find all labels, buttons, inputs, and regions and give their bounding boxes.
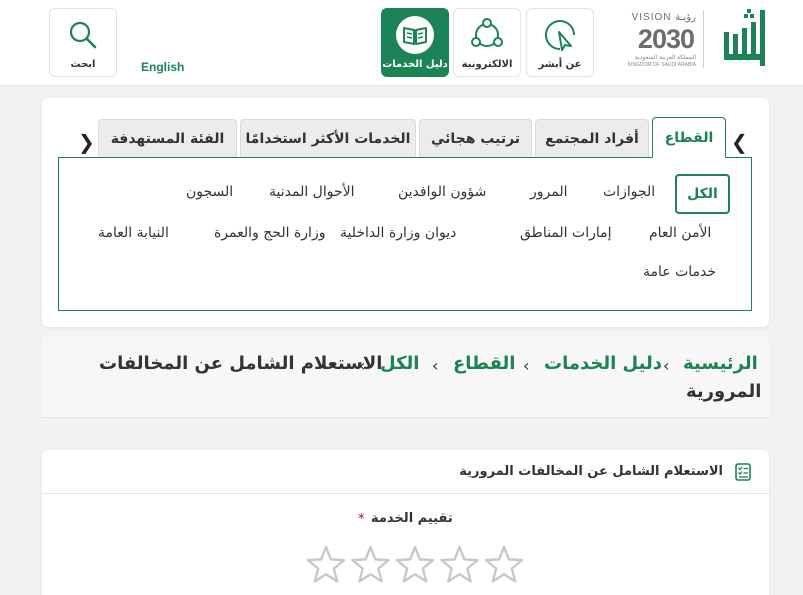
- tab-alphabetical[interactable]: ترتيب هجائي: [419, 119, 532, 157]
- rating-star-icon[interactable]: [440, 545, 479, 583]
- tab-alphabetical-label: ترتيب هجائي: [430, 130, 521, 147]
- chip-general-services[interactable]: خدمات عامة: [643, 264, 716, 280]
- search-label: ابحث: [70, 59, 96, 70]
- tab-target-group[interactable]: الفئة المستهدفة: [98, 119, 237, 157]
- tab-target-group-label: الفئة المستهدفة: [110, 130, 225, 147]
- services-guide-button[interactable]: دليل الخدمات: [381, 8, 449, 77]
- rating-star-icon[interactable]: [351, 545, 390, 583]
- header-divider: [703, 10, 704, 68]
- tab-most-used[interactable]: الخدمات الأكثر استخدامًا: [240, 119, 416, 157]
- about-absher-button[interactable]: عن أبشر: [526, 8, 594, 77]
- vision-2030-logo: VISION رؤيـة 2030 المملكة العربية السعود…: [606, 10, 698, 72]
- search-button[interactable]: ابحث: [49, 8, 117, 77]
- breadcrumb-separator-icon: ‹: [432, 356, 439, 375]
- chip-public-prosecution[interactable]: النيابة العامة: [98, 225, 169, 241]
- site-header: VISION رؤيـة 2030 المملكة العربية السعود…: [0, 0, 803, 86]
- chip-traffic[interactable]: المرور: [530, 184, 568, 200]
- breadcrumb-separator-icon: ‹: [523, 356, 530, 375]
- cursor-click-icon: [545, 20, 575, 51]
- breadcrumb-current-continued: المرورية: [686, 381, 762, 402]
- breadcrumb-separator-icon: ‹: [663, 356, 670, 375]
- chip-region-emirates[interactable]: إمارات المناطق: [520, 225, 612, 241]
- breadcrumb-services-guide[interactable]: دليل الخدمات: [544, 353, 662, 374]
- tab-community[interactable]: أفراد المجتمع: [535, 119, 649, 157]
- vision-country-ar: المملكة العربية السعودية: [634, 55, 696, 61]
- tab-sector[interactable]: القطاع: [652, 117, 726, 158]
- chip-civil-affairs[interactable]: الأحوال المدنية: [269, 184, 355, 200]
- about-absher-label: عن أبشر: [538, 59, 582, 70]
- rating-star-icon[interactable]: [306, 545, 346, 583]
- rating-star-icon[interactable]: [395, 545, 435, 583]
- vision-country-en: KINGDOM OF SAUDI ARABIA: [627, 62, 696, 68]
- star-rating[interactable]: [305, 543, 527, 589]
- electronic-services-label: الالكترونية: [461, 59, 513, 70]
- book-icon: [396, 16, 434, 54]
- vision-year: 2030: [637, 24, 695, 54]
- chip-interior-ministry-court[interactable]: ديوان وزارة الداخلية: [340, 225, 456, 241]
- tab-community-label: أفراد المجتمع: [545, 130, 639, 147]
- tabs-scroll-left-arrow[interactable]: ❯: [78, 130, 95, 154]
- services-guide-label: دليل الخدمات: [382, 59, 448, 70]
- rating-label: تقييم الخدمة: [371, 511, 453, 526]
- rating-star-icon[interactable]: [484, 545, 524, 583]
- chip-expatriates-affairs[interactable]: شؤون الوافدين: [398, 184, 486, 200]
- service-title: الاستعلام الشامل عن المخالفات المرورية: [459, 464, 723, 479]
- language-switch-link[interactable]: English: [141, 60, 184, 74]
- service-card-header: الاستعلام الشامل عن المخالفات المرورية: [42, 450, 769, 494]
- chip-passports[interactable]: الجوازات: [603, 184, 655, 200]
- breadcrumb-all[interactable]: الكل: [380, 353, 419, 374]
- electronic-services-button[interactable]: الالكترونية: [453, 8, 521, 77]
- chip-hajj-umrah-ministry[interactable]: وزارة الحج والعمرة: [214, 225, 325, 241]
- checklist-icon: [735, 463, 751, 481]
- breadcrumb-current: الاستعلام الشامل عن المخالفات: [99, 353, 383, 374]
- tabs-scroll-right-arrow[interactable]: ❮: [731, 130, 748, 154]
- chip-all-label: الكل: [687, 186, 718, 202]
- search-icon: [69, 21, 97, 49]
- breadcrumb-sector[interactable]: القطاع: [453, 353, 515, 374]
- chip-all[interactable]: الكل: [675, 174, 730, 214]
- absher-logo[interactable]: [720, 8, 768, 70]
- chip-public-security[interactable]: الأمن العام: [649, 225, 711, 241]
- network-icon: [471, 18, 503, 47]
- breadcrumb-home[interactable]: الرئيسية: [683, 353, 758, 374]
- tab-sector-label: القطاع: [664, 129, 714, 146]
- chip-prisons[interactable]: السجون: [186, 184, 233, 200]
- breadcrumb: [42, 337, 769, 418]
- required-indicator: *: [358, 512, 365, 527]
- vision-label: VISION رؤيـة: [631, 12, 696, 23]
- tab-most-used-label: الخدمات الأكثر استخدامًا: [245, 130, 411, 147]
